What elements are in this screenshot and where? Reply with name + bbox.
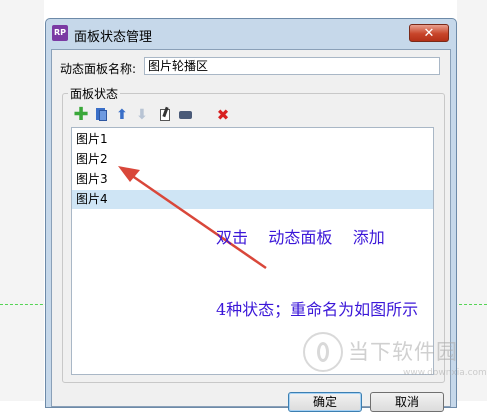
delete-state-icon[interactable]: ✖ [215,107,231,123]
panel-name-input[interactable]: 图片轮播区 [144,57,440,75]
add-state-icon[interactable]: ✚ [73,106,89,124]
background-left [0,0,44,401]
list-item-state-1[interactable]: 图片1 [72,130,433,149]
annotation-text: 双击 动态面板 添加 4种状态；重命名为如图所示 [216,178,418,346]
dialog-title: 面板状态管理 [74,30,153,45]
panel-states-group-label: 面板状态 [68,85,121,102]
list-item-state-2[interactable]: 图片2 [72,150,433,169]
close-button[interactable]: ✕ [409,24,449,42]
watermark-logo-icon [303,332,343,372]
edit-state-icon[interactable] [157,106,173,123]
annotation-line-1: 双击 动态面板 添加 [216,228,385,247]
watermark: 当下软件园 www.downxia.com [303,330,487,390]
watermark-title: 当下软件园 [348,340,458,364]
title-bar[interactable]: RP 面板状态管理 ✕ [46,19,456,49]
move-down-icon[interactable]: ⬇ [134,107,150,123]
move-up-icon[interactable]: ⬆ [114,107,130,123]
move-to-icon[interactable] [178,107,194,123]
ok-button[interactable]: 确定 [288,392,362,412]
annotation-line-2: 4种状态；重命名为如图所示 [216,300,419,319]
panel-name-label: 动态面板名称: [60,62,137,76]
duplicate-state-icon[interactable] [93,107,109,123]
cancel-button[interactable]: 取消 [370,392,444,412]
watermark-url: www.downxia.com [403,368,487,378]
axure-rp-icon: RP [52,25,68,41]
